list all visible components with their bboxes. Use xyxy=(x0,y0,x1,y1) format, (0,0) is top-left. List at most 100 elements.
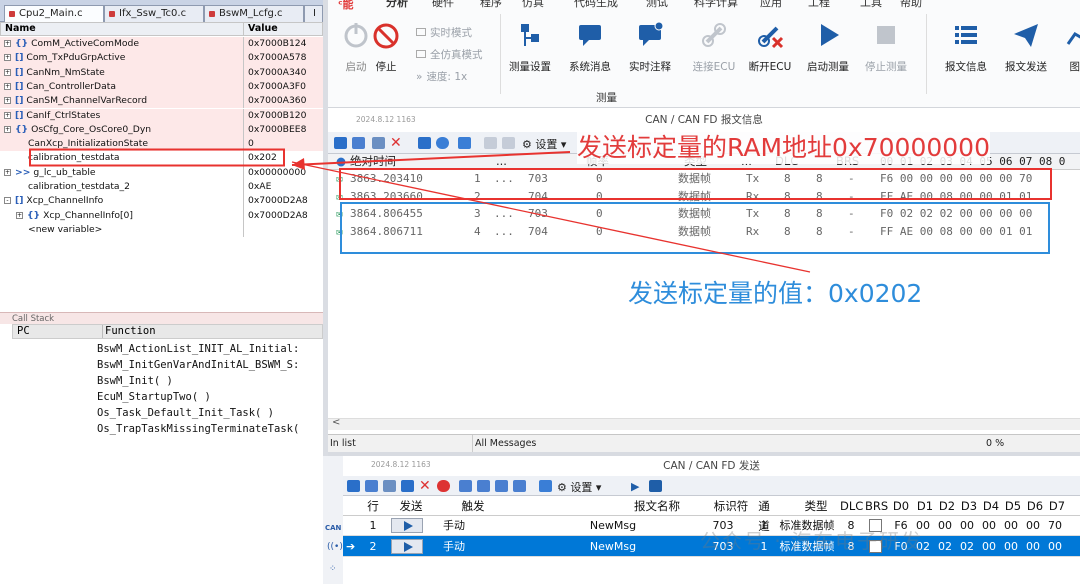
ribbon-tab[interactable]: 测试 xyxy=(646,0,668,10)
send-col-header[interactable]: D7 xyxy=(1047,496,1067,516)
send-settings-menu[interactable]: ⚙ 设置 ▾ xyxy=(557,479,601,495)
send-col-header[interactable]: D1 xyxy=(915,496,935,516)
stop-icon[interactable] xyxy=(649,480,662,492)
send-col-header[interactable]: 发送 xyxy=(395,496,427,516)
send-col-header[interactable]: D0 xyxy=(891,496,911,516)
grid-icon[interactable] xyxy=(459,480,472,492)
expand-toggle[interactable]: + xyxy=(4,40,11,47)
pause-icon[interactable] xyxy=(334,137,347,149)
pc-header[interactable]: PC xyxy=(17,325,30,338)
fullsim-mode-option[interactable]: 全仿真模式 xyxy=(416,44,483,66)
up-icon[interactable] xyxy=(502,137,515,149)
ribbon-tab[interactable]: 工程 xyxy=(808,0,830,10)
stop-all-icon[interactable] xyxy=(437,480,450,492)
tab-cpu2-main[interactable]: Cpu2_Main.c xyxy=(4,5,104,22)
send-col-header[interactable]: 行 xyxy=(363,496,383,516)
send-col-header[interactable]: D4 xyxy=(981,496,1001,516)
message-row[interactable]: ✉ 3863.203410 1... 703 0 数据帧 Tx 8 8- F6 00 00 00 … xyxy=(328,170,1080,187)
filter-icon[interactable] xyxy=(458,137,471,149)
watch-row[interactable]: +{} ComM_ActiveComMode 0x7000B124 xyxy=(0,37,323,52)
watch-row[interactable]: calibration_testdata 0x202 xyxy=(0,151,323,166)
tab-bswm-lcfg[interactable]: BswM_Lcfg.c xyxy=(204,5,304,22)
message-row[interactable]: ✉ 3864.806455 3... 703 0 数据帧 Tx 8 8- F0 02 02 02 … xyxy=(328,205,1080,222)
send-col-header[interactable]: 类型 xyxy=(791,496,841,516)
ribbon-tab[interactable]: 帮助 xyxy=(900,0,922,10)
watch-row[interactable]: +[] CanSM_ChannelVarRecord 0x7000A360 xyxy=(0,94,323,109)
expand-toggle[interactable]: + xyxy=(4,97,11,105)
send-col-header[interactable]: D5 xyxy=(1003,496,1023,516)
ribbon-tab[interactable]: 工具 xyxy=(860,0,882,10)
callstack-frame[interactable]: Os_Task_Default_Init_Task( ) xyxy=(97,405,323,421)
ribbon-tab[interactable]: 程序 xyxy=(480,0,502,10)
send-col-header[interactable]: 标识符 xyxy=(713,496,749,516)
expand-toggle[interactable]: + xyxy=(4,125,11,133)
watch-row[interactable]: <new variable> xyxy=(0,222,323,238)
tab-more[interactable]: I xyxy=(304,5,323,22)
ribbon-tab[interactable]: 分析 xyxy=(386,0,408,10)
expand-toggle[interactable]: + xyxy=(4,168,11,176)
ribbon-tab[interactable]: 代码生成 xyxy=(574,0,618,10)
callstack-frame[interactable]: BswM_ActionList_INIT_AL_Initial: xyxy=(97,341,323,357)
expand-toggle[interactable]: + xyxy=(4,54,11,62)
message-row[interactable]: ✉ 3863.203660 2... 704 0 数据帧 Rx 8 8- FF AE 00 08 … xyxy=(328,188,1080,205)
down-icon[interactable] xyxy=(484,137,497,149)
watch-row[interactable]: +[] CanIf_CtrlStates 0x7000B120 xyxy=(0,108,323,123)
ribbon-button-start-measure[interactable]: 启动测量 xyxy=(798,20,858,74)
clock-icon[interactable] xyxy=(436,137,449,149)
new-icon[interactable] xyxy=(347,480,360,492)
ribbon-button-graph[interactable]: 图形 xyxy=(1050,20,1080,74)
can-icon[interactable]: CAN xyxy=(325,524,341,532)
send-col-header[interactable]: D3 xyxy=(959,496,979,516)
open-icon[interactable] xyxy=(365,480,378,492)
settings-menu[interactable]: ⚙ 设置 ▾ xyxy=(522,136,566,152)
ribbon-button-measure-setup[interactable]: 测量设置 xyxy=(500,20,560,74)
ribbon-tab[interactable]: 仿真 xyxy=(522,0,544,10)
realtime-mode-option[interactable]: 实时模式 xyxy=(416,22,483,44)
watch-row[interactable]: +{} OsCfg_Core_OsCore0_Dyn 0x7000BEE8 xyxy=(0,122,323,138)
ribbon-button-realtime-note[interactable]: 实时注释 xyxy=(620,20,680,74)
col-time[interactable]: 绝对时间 xyxy=(350,154,396,169)
send-col-header[interactable]: D6 xyxy=(1025,496,1045,516)
watch-row[interactable]: +[] Com_TxPduGrpActive 0x7000A578 xyxy=(0,51,323,66)
watch-row[interactable]: calibration_testdata_2 0xAE xyxy=(0,180,323,195)
callstack-frame[interactable]: BswM_InitGenVarAndInitAL_BSWM_S: xyxy=(97,357,323,373)
send-col-header[interactable]: BRS xyxy=(865,496,888,516)
callstack-frame[interactable]: EcuM_StartupTwo( ) xyxy=(97,389,323,405)
import-icon[interactable] xyxy=(495,480,508,492)
function-header[interactable]: Function xyxy=(102,325,156,338)
speed-option[interactable]: » 速度: 1x xyxy=(416,66,483,88)
watch-name-header[interactable]: Name xyxy=(0,22,244,36)
watch-row[interactable]: +{} Xcp_ChannelInfo[0] 0x7000D2A8 xyxy=(0,208,323,223)
copy-icon[interactable] xyxy=(352,137,365,149)
save-icon[interactable] xyxy=(383,480,396,492)
run-icon[interactable]: ▶ xyxy=(631,480,644,493)
watch-value-header[interactable]: Value xyxy=(243,22,323,36)
watch-row[interactable]: + >> g_lc_ub_table 0x00000000 xyxy=(0,165,323,180)
tab-ifx-ssw[interactable]: Ifx_Ssw_Tc0.c xyxy=(104,5,204,22)
watch-row[interactable]: CanXcp_InitializationState 0 xyxy=(0,137,323,152)
ribbon-button-connect-ecu[interactable]: 连接ECU xyxy=(684,20,744,74)
stop-button[interactable]: 停止 xyxy=(358,20,414,74)
ribbon-button-system-message[interactable]: 系统消息 xyxy=(560,20,620,74)
expand-toggle[interactable]: + xyxy=(4,68,11,76)
export-icon[interactable] xyxy=(477,480,490,492)
ribbon-tab[interactable]: 硬件 xyxy=(432,0,454,10)
delete-icon[interactable]: ✕ xyxy=(419,478,432,494)
table-icon[interactable] xyxy=(513,480,526,492)
watch-row[interactable]: -[] Xcp_ChannelInfo 0x7000D2A8 xyxy=(0,194,323,209)
send-col-header[interactable]: D2 xyxy=(937,496,957,516)
ribbon-button-stop-measure[interactable]: 停止测量 xyxy=(856,20,916,74)
copy-icon[interactable] xyxy=(401,480,414,492)
callstack-frame[interactable]: BswM_Init( ) xyxy=(97,373,323,389)
save-icon[interactable] xyxy=(372,137,385,149)
send-col-header[interactable]: 报文名称 xyxy=(587,496,727,516)
ribbon-button-disconnect-ecu[interactable]: 断开ECU xyxy=(740,20,800,74)
list-mode-icon[interactable] xyxy=(418,137,431,149)
message-row[interactable]: ✉ 3864.806711 4... 704 0 数据帧 Rx 8 8- FF AE 00 08 … xyxy=(328,223,1080,240)
expand-toggle[interactable]: + xyxy=(4,82,11,90)
send-play-button[interactable] xyxy=(391,518,423,533)
ribbon-button-message-send[interactable]: 报文发送 xyxy=(996,20,1056,74)
callstack-frame[interactable]: Os_TrapTaskMissingTerminateTask( xyxy=(97,421,323,437)
watch-row[interactable]: +[] Can_ControllerData 0x7000A3F0 xyxy=(0,79,323,95)
send-play-button[interactable] xyxy=(391,539,423,554)
